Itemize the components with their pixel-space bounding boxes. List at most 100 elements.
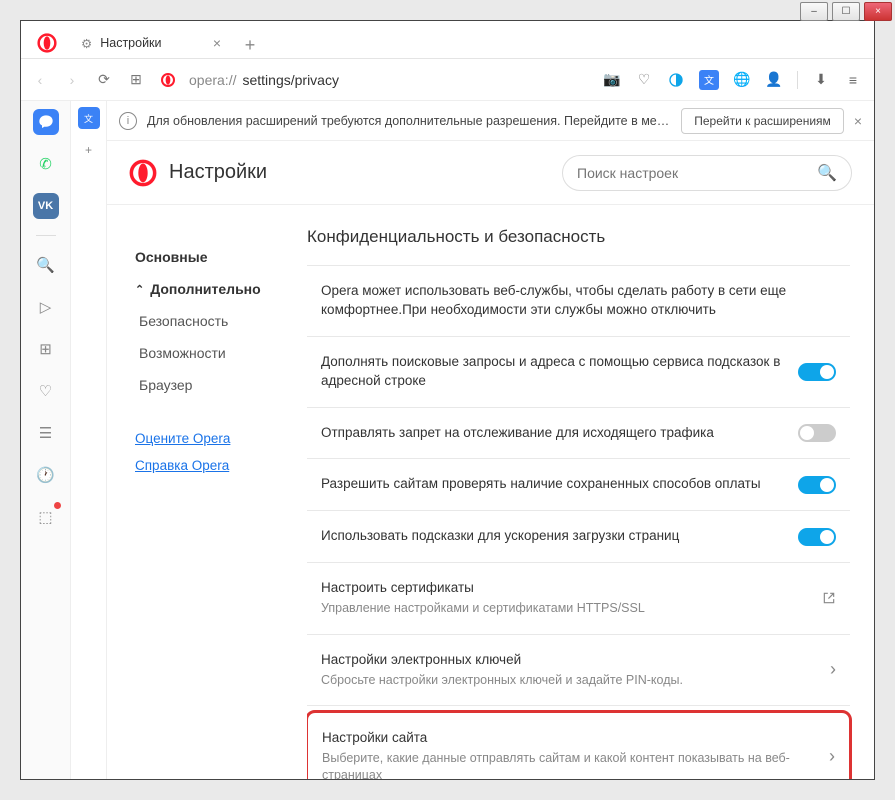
nav-browser[interactable]: Браузер xyxy=(139,369,307,401)
personal-news-icon[interactable]: ☰ xyxy=(33,420,59,446)
nav-advanced[interactable]: ⌃ Дополнительно xyxy=(135,273,307,305)
vpn-globe-icon[interactable]: 🌐 xyxy=(733,71,751,89)
address-bar-row: ‹ › ⟳ ⊞ opera:// settings/privacy 📷 ♡ 文 🌐… xyxy=(21,59,874,101)
dnt-row: Отправлять запрет на отслеживание для ис… xyxy=(307,408,850,460)
payment-check-toggle[interactable] xyxy=(798,476,836,494)
history-icon[interactable]: 🕐 xyxy=(33,462,59,488)
intro-text: Opera может использовать веб-службы, что… xyxy=(321,282,836,320)
vk-icon[interactable]: VK xyxy=(33,193,59,219)
search-icon: 🔍 xyxy=(817,163,837,183)
settings-search[interactable]: 🔍 xyxy=(562,155,852,191)
rail-separator xyxy=(36,235,56,236)
address-actions: 📷 ♡ 文 🌐 👤 ⬇ ≡ xyxy=(603,70,862,90)
security-keys-text: Настройки электронных ключей Сбросьте на… xyxy=(321,651,818,689)
search-rail-icon[interactable]: 🔍 xyxy=(33,252,59,278)
gear-icon: ⚙ xyxy=(81,36,92,51)
site-settings-text: Настройки сайта Выберите, какие данные о… xyxy=(322,729,817,779)
rate-opera-link[interactable]: Оцените Opera xyxy=(135,425,307,452)
new-tab-button[interactable]: + xyxy=(237,32,263,58)
site-settings-row[interactable]: Настройки сайта Выберите, какие данные о… xyxy=(308,713,849,779)
tab-strip: ⚙ Настройки × + xyxy=(21,21,874,59)
adblock-icon[interactable] xyxy=(667,71,685,89)
search-input[interactable] xyxy=(577,165,809,181)
tab-title: Настройки xyxy=(100,36,161,50)
settings-body: Основные ⌃ Дополнительно Безопасность Во… xyxy=(107,205,874,779)
intro-row: Opera может использовать веб-службы, что… xyxy=(307,266,850,337)
heart-icon[interactable]: ♡ xyxy=(635,71,653,89)
tab-close-icon[interactable]: × xyxy=(213,35,221,51)
close-window-button[interactable]: × xyxy=(864,2,892,21)
preload-label: Использовать подсказки для ускорения заг… xyxy=(321,527,786,546)
nav-features[interactable]: Возможности xyxy=(139,337,307,369)
dnt-toggle[interactable] xyxy=(798,424,836,442)
autocomplete-toggle[interactable] xyxy=(798,363,836,381)
extensions-cube-icon[interactable]: ⬚ xyxy=(33,504,59,530)
tab-settings[interactable]: ⚙ Настройки × xyxy=(71,28,231,58)
minimize-button[interactable]: – xyxy=(800,2,828,21)
speed-dial-button[interactable]: ⊞ xyxy=(125,69,147,91)
chevron-up-icon: ⌃ xyxy=(135,283,144,296)
dnt-label: Отправлять запрет на отслеживание для ис… xyxy=(321,424,786,443)
workspace-tabs: 文 + xyxy=(71,101,107,779)
certificates-row[interactable]: Настроить сертификаты Управление настрой… xyxy=(307,563,850,634)
news-icon[interactable]: ⊞ xyxy=(33,336,59,362)
browser-window: ⚙ Настройки × + ‹ › ⟳ ⊞ opera:// settings… xyxy=(20,20,875,780)
nav-advanced-label: Дополнительно xyxy=(150,281,260,297)
sidebar-rail: ✆ VK 🔍 ▷ ⊞ ♡ ☰ 🕐 ⬚ xyxy=(21,101,71,779)
opera-menu-button[interactable] xyxy=(33,29,61,57)
preload-row: Использовать подсказки для ускорения заг… xyxy=(307,511,850,563)
site-settings-highlight: Настройки сайта Выберите, какие данные о… xyxy=(307,710,852,779)
whatsapp-icon[interactable]: ✆ xyxy=(33,151,59,177)
infobar-close-icon[interactable]: × xyxy=(854,113,862,129)
chevron-right-icon: › xyxy=(830,659,836,680)
nav-sub-group: Безопасность Возможности Браузер xyxy=(135,305,307,401)
snapshot-icon[interactable]: 📷 xyxy=(603,71,621,89)
privacy-panel: Opera может использовать веб-службы, что… xyxy=(307,265,850,779)
autocomplete-label: Дополнять поисковые запросы и адреса с п… xyxy=(321,353,786,391)
maximize-button[interactable]: ☐ xyxy=(832,2,860,21)
opera-logo-icon xyxy=(37,33,57,53)
settings-content: Конфиденциальность и безопасность Opera … xyxy=(307,205,874,779)
back-button[interactable]: ‹ xyxy=(29,69,51,91)
downloads-icon[interactable]: ⬇ xyxy=(812,71,830,89)
bookmarks-heart-icon[interactable]: ♡ xyxy=(33,378,59,404)
preload-toggle[interactable] xyxy=(798,528,836,546)
url-path: settings/privacy xyxy=(242,72,338,88)
flow-icon[interactable]: ▷ xyxy=(33,294,59,320)
certificates-text: Настроить сертификаты Управление настрой… xyxy=(321,579,810,617)
external-link-icon xyxy=(822,591,836,605)
nav-basic[interactable]: Основные xyxy=(135,241,307,273)
chevron-right-icon: › xyxy=(829,746,835,767)
reload-button[interactable]: ⟳ xyxy=(93,69,115,91)
address-url[interactable]: opera:// settings/privacy xyxy=(189,72,339,88)
info-icon: i xyxy=(119,112,137,130)
workspace-item[interactable]: 文 xyxy=(78,107,100,129)
window-controls: – ☐ × xyxy=(800,2,892,21)
payment-check-row: Разрешить сайтам проверять наличие сохра… xyxy=(307,459,850,511)
main-area: ✆ VK 🔍 ▷ ⊞ ♡ ☰ 🕐 ⬚ 文 + i Для обновления … xyxy=(21,101,874,779)
nav-links: Оцените Opera Справка Opera xyxy=(135,425,307,479)
extension-infobar: i Для обновления расширений требуются до… xyxy=(107,101,874,141)
url-scheme: opera:// xyxy=(189,72,236,88)
nav-security[interactable]: Безопасность xyxy=(139,305,307,337)
profile-icon[interactable]: 👤 xyxy=(765,71,783,89)
section-title: Конфиденциальность и безопасность xyxy=(307,227,850,247)
settings-header: Настройки 🔍 xyxy=(107,141,874,205)
help-opera-link[interactable]: Справка Opera xyxy=(135,452,307,479)
settings-nav: Основные ⌃ Дополнительно Безопасность Во… xyxy=(107,205,307,779)
payment-check-label: Разрешить сайтам проверять наличие сохра… xyxy=(321,475,786,494)
settings-page: i Для обновления расширений требуются до… xyxy=(107,101,874,779)
url-opera-icon xyxy=(157,69,179,91)
goto-extensions-button[interactable]: Перейти к расширениям xyxy=(681,108,844,134)
security-keys-row[interactable]: Настройки электронных ключей Сбросьте на… xyxy=(307,635,850,706)
page-title: Настройки xyxy=(169,161,267,184)
opera-logo-icon xyxy=(129,159,157,187)
workspace-add[interactable]: + xyxy=(78,139,100,161)
translate-icon[interactable]: 文 xyxy=(699,70,719,90)
easy-setup-icon[interactable]: ≡ xyxy=(844,71,862,89)
messenger-icon[interactable] xyxy=(33,109,59,135)
autocomplete-row: Дополнять поисковые запросы и адреса с п… xyxy=(307,337,850,408)
separator xyxy=(797,71,798,89)
infobar-text: Для обновления расширений требуются допо… xyxy=(147,114,671,128)
forward-button[interactable]: › xyxy=(61,69,83,91)
